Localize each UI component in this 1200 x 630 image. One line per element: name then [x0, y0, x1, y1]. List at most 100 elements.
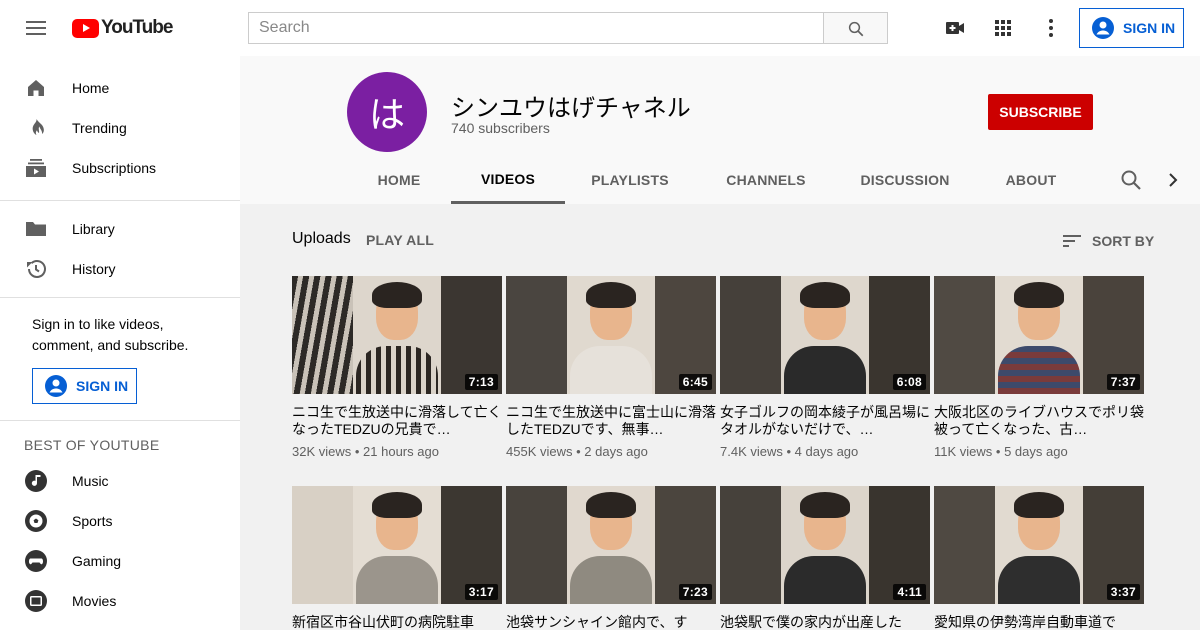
video-thumbnail[interactable]: 3:37 — [934, 486, 1144, 604]
tab-home[interactable]: HOME — [355, 156, 443, 204]
sidebar-item-subscriptions[interactable]: Subscriptions — [0, 148, 240, 188]
channel-name: シンユウはげチャネル — [451, 95, 691, 122]
sidebar-item-label: Movies — [72, 593, 117, 609]
video-thumbnail[interactable]: 6:45 — [506, 276, 716, 394]
tab-discussion[interactable]: DISCUSSION — [845, 156, 965, 204]
channel-avatar[interactable]: は — [347, 72, 427, 152]
video-thumbnail[interactable]: 4:11 — [720, 486, 930, 604]
flame-icon — [24, 116, 48, 140]
video-thumbnail[interactable]: 7:37 — [934, 276, 1144, 394]
video-title[interactable]: 池袋サンシャイン館内で、す — [506, 614, 716, 630]
video-age: 4 days ago — [794, 444, 859, 459]
video-card[interactable]: 4:11 池袋駅で僕の家内が出産した — [720, 486, 930, 630]
create-video-icon[interactable] — [943, 16, 967, 40]
video-title[interactable]: ニコ生で生放送中に滑落して亡くなったTEDZUの兄貴で… — [292, 404, 502, 438]
gaming-icon — [24, 549, 48, 573]
video-thumbnail[interactable]: 7:13 — [292, 276, 502, 394]
sidebar-divider — [0, 297, 240, 298]
sidebar-item-partial — [0, 621, 240, 630]
channel-header: は シンユウはげチャネル 740 subscribers SUBSCRIBE H… — [240, 56, 1200, 204]
subscriptions-icon — [24, 156, 48, 180]
tab-channels[interactable]: CHANNELS — [706, 156, 826, 204]
chevron-right-icon[interactable] — [1161, 168, 1185, 192]
video-meta: 11K views • 5 days ago — [934, 444, 1068, 459]
sidebar-item-label: History — [72, 261, 116, 277]
video-meta: 455K views • 2 days ago — [506, 444, 648, 459]
search-box — [248, 12, 824, 44]
search-icon — [848, 21, 864, 37]
video-card[interactable]: 3:17 新宿区市谷山伏町の病院駐車 — [292, 486, 502, 630]
video-card[interactable]: 7:13 ニコ生で生放送中に滑落して亡くなったTEDZUの兄貴で… 32K vi… — [292, 276, 502, 459]
sidebar-item-label: Subscriptions — [72, 160, 157, 176]
sidebar-item-label: Music — [72, 473, 109, 489]
music-icon — [24, 469, 48, 493]
sign-in-prompt: Sign in to like videos, comment, and sub… — [32, 316, 189, 353]
sidebar-item-history[interactable]: History — [0, 249, 240, 289]
video-title[interactable]: 女子ゴルフの岡本綾子が風呂場にタオルがないだけで、… — [720, 404, 930, 438]
youtube-logo[interactable]: YouTube — [72, 17, 173, 39]
youtube-play-icon — [72, 18, 99, 38]
video-card[interactable]: 6:08 女子ゴルフの岡本綾子が風呂場にタオルがないだけで、… 7.4K vie… — [720, 276, 930, 459]
sidebar-item-label: Home — [72, 80, 110, 96]
best-of-youtube-heading: BEST OF YOUTUBE — [24, 437, 160, 453]
tab-videos[interactable]: VIDEOS — [451, 156, 565, 204]
sidebar-item-movies[interactable]: Movies — [0, 581, 240, 621]
video-meta: 32K views • 21 hours ago — [292, 444, 439, 459]
video-duration: 6:08 — [892, 374, 926, 390]
video-duration: 7:23 — [678, 584, 712, 600]
video-card[interactable]: 6:45 ニコ生で生放送中に富士山に滑落したTEDZUです、無事… 455K v… — [506, 276, 716, 459]
video-views: 11K views — [934, 444, 993, 459]
video-title[interactable]: 新宿区市谷山伏町の病院駐車 — [292, 614, 502, 630]
video-meta: 7.4K views • 4 days ago — [720, 444, 859, 459]
video-title[interactable]: ニコ生で生放送中に富士山に滑落したTEDZUです、無事… — [506, 404, 716, 438]
sidebar: Home Trending Subscriptions Library Hist… — [0, 56, 240, 630]
logo-text: YouTube — [101, 17, 173, 38]
sort-icon — [1063, 235, 1081, 247]
apps-grid-icon[interactable] — [991, 16, 1015, 40]
sort-by-button[interactable]: SORT BY — [1060, 229, 1154, 253]
video-views: 32K views — [292, 444, 352, 459]
video-thumbnail[interactable]: 7:23 — [506, 486, 716, 604]
video-card[interactable]: 3:37 愛知県の伊勢湾岸自動車道で — [934, 486, 1144, 630]
video-thumbnail[interactable]: 3:17 — [292, 486, 502, 604]
video-duration: 4:11 — [893, 584, 926, 600]
video-card[interactable]: 7:37 大阪北区のライブハウスでポリ袋被って亡くなった、古… 11K view… — [934, 276, 1144, 459]
channel-search-icon[interactable] — [1119, 168, 1143, 192]
sidebar-item-label: Library — [72, 221, 115, 237]
video-duration: 3:17 — [464, 584, 498, 600]
folder-icon — [24, 217, 48, 241]
header-sign-in-button[interactable]: SIGN IN — [1079, 8, 1184, 48]
video-title[interactable]: 愛知県の伊勢湾岸自動車道で — [934, 614, 1144, 630]
video-age: 2 days ago — [584, 444, 648, 459]
video-card[interactable]: 7:23 池袋サンシャイン館内で、す — [506, 486, 716, 630]
sidebar-item-library[interactable]: Library — [0, 209, 240, 249]
search-input[interactable] — [249, 13, 824, 43]
search-button[interactable] — [823, 12, 888, 44]
sidebar-item-label: Sports — [72, 513, 113, 529]
tab-about[interactable]: ABOUT — [990, 156, 1072, 204]
sidebar-item-gaming[interactable]: Gaming — [0, 541, 240, 581]
sidebar-sign-in-label: SIGN IN — [76, 378, 129, 394]
subscribe-button[interactable]: SUBSCRIBE — [988, 94, 1093, 130]
video-title[interactable]: 池袋駅で僕の家内が出産した — [720, 614, 930, 630]
video-thumbnail[interactable]: 6:08 — [720, 276, 930, 394]
play-all-button[interactable]: PLAY ALL — [366, 232, 434, 248]
masthead: YouTube SIGN IN — [0, 0, 1200, 56]
video-age: 5 days ago — [1004, 444, 1068, 459]
header-sign-in-label: SIGN IN — [1123, 20, 1176, 36]
video-title[interactable]: 大阪北区のライブハウスでポリ袋被って亡くなった、古… — [934, 404, 1144, 438]
sidebar-item-trending[interactable]: Trending — [0, 108, 240, 148]
more-options-icon[interactable] — [1039, 16, 1063, 40]
sidebar-divider — [0, 420, 240, 421]
sports-icon — [24, 509, 48, 533]
history-icon — [24, 257, 48, 281]
tab-playlists[interactable]: PLAYLISTS — [573, 156, 687, 204]
sidebar-item-music[interactable]: Music — [0, 461, 240, 501]
video-duration: 7:37 — [1106, 374, 1140, 390]
movies-icon — [24, 589, 48, 613]
sidebar-item-home[interactable]: Home — [0, 68, 240, 108]
hamburger-menu-icon[interactable] — [24, 16, 48, 40]
video-age: 21 hours ago — [363, 444, 439, 459]
sidebar-sign-in-button[interactable]: SIGN IN — [32, 368, 137, 404]
sidebar-item-sports[interactable]: Sports — [0, 501, 240, 541]
